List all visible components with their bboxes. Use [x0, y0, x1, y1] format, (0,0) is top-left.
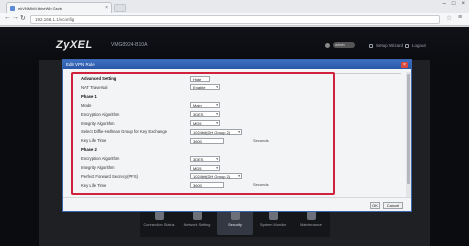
browser-tab[interactable]: ekVNMhM.tbheWb Gsvb × — [6, 2, 112, 13]
field-label: Select Diffie-Hellman Group for Key Exch… — [81, 129, 168, 135]
dialog-close-icon[interactable]: × — [401, 61, 408, 68]
address-bar: ← → ↻ 192.168.1.1/vconfig ☆ ≡ — [0, 13, 469, 26]
dock-security[interactable]: Security — [217, 209, 253, 235]
dropdown-caret-icon: ▾ — [216, 121, 218, 125]
field-value: Main — [193, 103, 202, 109]
field-select[interactable]: Main ▾ — [190, 102, 220, 109]
field-value: Hide — [193, 76, 202, 82]
bookmark-star-icon[interactable]: ☆ — [446, 14, 452, 22]
field-label: Encryption Algorithm — [81, 156, 120, 162]
network-setting-icon — [192, 211, 202, 220]
field-label: Mode — [81, 102, 92, 108]
tab-title: ekVNMhM.tbheWb Gsvb — [18, 5, 63, 11]
field-select[interactable]: 1024bit(DH Group 2) ▾ — [190, 173, 242, 180]
field-value: 3600 — [193, 138, 202, 144]
dialog-title: Edit VPN Rule — [66, 62, 95, 67]
field-value: 3DES — [193, 156, 204, 162]
field-input[interactable]: 3600 — [190, 137, 224, 144]
dialog-scrollbar[interactable] — [406, 72, 411, 197]
field-value: Enable — [193, 85, 206, 91]
field-label: Integrity Algorithm — [81, 165, 115, 170]
security-icon — [230, 211, 240, 220]
dock-network-setting[interactable]: Network Setting — [179, 209, 215, 235]
back-icon[interactable]: ← — [4, 14, 11, 21]
maximize-icon[interactable]: □ — [452, 1, 456, 7]
field-select[interactable]: MD5 ▾ — [190, 120, 220, 126]
minimize-icon[interactable]: – — [443, 1, 446, 7]
forward-icon[interactable]: → — [12, 14, 19, 21]
dialog-title-bar: Edit VPN Rule × — [63, 60, 411, 69]
dropdown-caret-icon: ▾ — [216, 103, 218, 108]
field-label: NAT Traversal — [81, 84, 108, 90]
user-name: admin — [333, 42, 355, 48]
field-value: 1024bit(DH Group 2) — [193, 174, 231, 180]
field-label: Perfect Forward Secrecy(PFS) — [81, 173, 139, 179]
scrollbar-thumb[interactable] — [407, 74, 410, 184]
field-value: 1024bit(DH Group 2) — [193, 129, 231, 135]
field-select[interactable]: 3DES ▾ — [190, 155, 220, 162]
dropdown-caret-icon: ▾ — [216, 165, 218, 170]
wizard-icon — [369, 43, 373, 48]
user-icon — [325, 42, 330, 48]
system-monitor-icon — [268, 211, 278, 220]
model-name: VMG8924-B10A — [111, 42, 148, 48]
dropdown-caret-icon: ▾ — [216, 112, 218, 117]
zyxel-logo: ZyXEL — [56, 39, 93, 51]
user-menu[interactable]: admin — [325, 42, 355, 48]
logout-link[interactable]: Logout — [405, 43, 426, 48]
field-value: MD5 — [193, 121, 202, 126]
new-tab-button[interactable] — [114, 4, 126, 12]
favicon-icon — [10, 5, 15, 11]
url-input[interactable]: 192.168.1.1/vconfig — [30, 15, 440, 24]
window-controls: – □ × — [443, 1, 465, 7]
field-select[interactable]: 1024bit(DH Group 2) ▾ — [190, 128, 242, 135]
dropdown-caret-icon: ▾ — [238, 129, 240, 134]
app-header: ZyXEL VMG8924-B10A admin Setup Wizard Lo… — [0, 27, 469, 60]
field-label: Integrity Algorithm — [81, 120, 115, 126]
logout-icon — [405, 43, 409, 48]
field-value: 3600 — [193, 183, 202, 189]
dialog-footer: OK Cancel — [63, 197, 411, 211]
field-label: Key Life Time — [81, 182, 107, 188]
connection-status-icon — [154, 211, 164, 220]
field-unit: Seconds — [253, 137, 269, 143]
browser-chrome: ekVNMhM.tbheWb Gsvb × – □ × ← → ↻ 192.16… — [0, 0, 469, 26]
field-input[interactable]: 3600 — [190, 182, 224, 189]
field-label: Advanced Setting — [81, 76, 117, 81]
dropdown-caret-icon: ▾ — [238, 174, 240, 179]
field-label: Key Life Time — [81, 138, 107, 144]
dock-maintenance[interactable]: Maintenance — [293, 209, 329, 235]
ok-button[interactable]: OK — [370, 202, 380, 209]
reload-icon[interactable]: ↻ — [20, 14, 26, 22]
field-label: Phase 1 — [81, 93, 97, 99]
field-select[interactable]: 3DES ▾ — [190, 111, 220, 118]
field-label: Encryption Algorithm — [81, 111, 120, 117]
maintenance-icon — [306, 211, 316, 220]
field-select[interactable]: MD5 ▾ — [190, 164, 220, 171]
dock-connection-status[interactable]: Connection Status — [141, 209, 177, 235]
browser-menu-icon[interactable]: ≡ — [458, 14, 462, 21]
window-close-icon[interactable]: × — [461, 1, 465, 7]
dropdown-caret-icon: ▾ — [216, 85, 218, 90]
field-value: 3DES — [193, 112, 204, 118]
field-input[interactable]: Hide — [190, 75, 210, 82]
field-value: MD5 — [193, 165, 202, 171]
cancel-button[interactable]: Cancel — [383, 202, 403, 209]
field-select[interactable]: Enable ▾ — [190, 84, 220, 91]
tab-close-icon[interactable]: × — [105, 5, 108, 11]
field-label: Phase 2 — [81, 147, 97, 153]
field-unit: Seconds — [253, 182, 269, 188]
dock-system-monitor[interactable]: System Monitor — [255, 209, 291, 235]
dropdown-caret-icon: ▾ — [216, 156, 218, 161]
setup-wizard-link[interactable]: Setup Wizard — [369, 43, 403, 48]
edit-vpn-rule-dialog: Edit VPN Rule × Advanced Setting Hide NAT … — [62, 59, 412, 212]
